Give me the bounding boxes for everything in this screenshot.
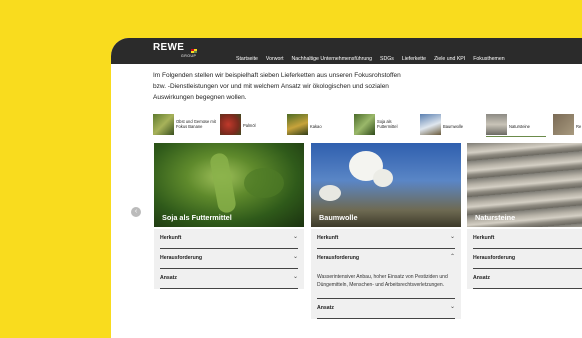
accordion: Herkunft ⌄ Herausforderung ⌃ Wasserintensi… [311, 229, 461, 319]
tile-label: Baumwolle [443, 124, 464, 129]
accordion-label: Herkunft [473, 235, 495, 241]
chevron-down-icon: ⌄ [292, 274, 298, 280]
palm-oil-photo [220, 114, 241, 135]
tile-label: Kakao [310, 124, 322, 129]
soy-pod-shape [208, 151, 238, 215]
tile-natursteine[interactable]: Natursteine [486, 114, 546, 137]
rewe-logo-mark-icon [191, 49, 197, 53]
accordion-label: Ansatz [317, 304, 335, 311]
nav-startseite[interactable]: Startseite [236, 56, 258, 62]
chevron-down-icon: ⌄ [449, 234, 455, 240]
browser-viewport: REWE GROUP Startseite Vorwort Nachhaltige … [111, 38, 582, 338]
accordion-herausforderung[interactable]: Herausforderung ⌄ [160, 249, 298, 269]
accordion-label: Ansatz [160, 275, 178, 281]
accordion-ansatz[interactable]: Ansatz ⌄ [160, 269, 298, 289]
stones-photo [486, 114, 507, 135]
rewe-logo-sub: GROUP [181, 54, 197, 58]
nav-vorwort[interactable]: Vorwort [266, 56, 284, 62]
banana-photo [153, 114, 174, 135]
accordion-herkunft[interactable]: Herkunft⌄ [473, 229, 582, 249]
main-nav: Startseite Vorwort Nachhaltige Unternehmen… [236, 47, 513, 65]
accordion-herausforderung[interactable]: Herausforderung ⌃ [317, 249, 455, 268]
chevron-down-icon: ⌄ [292, 254, 298, 260]
cotton-boll-shape [319, 185, 341, 201]
rewe-logo[interactable]: REWE [153, 43, 184, 53]
tile-label: Natursteine [509, 124, 530, 129]
nav-lieferkette[interactable]: Lieferkette [402, 56, 426, 62]
accordion-label: Herausforderung [160, 255, 203, 261]
accordion-ansatz[interactable]: Ansatz ⌄ [317, 299, 455, 319]
chevron-up-icon: ⌃ [449, 254, 455, 260]
accordion-label: Herausforderung [317, 255, 360, 261]
accordion-body: Wasserintensiver Anbau, hoher Einsatz vo… [317, 268, 455, 299]
card-title: Baumwolle [319, 213, 358, 222]
next-tile-photo [553, 114, 574, 135]
accordion-label: Herkunft [160, 235, 182, 241]
tile-kakao[interactable]: Kakao [287, 114, 342, 136]
card-title: Soja als Futtermittel [162, 213, 232, 222]
soy-leaf-shape [244, 168, 284, 198]
accordion-label: Ansatz [473, 275, 491, 281]
tile-label: Palmöl [243, 123, 256, 128]
soy-photo [354, 114, 375, 135]
chevron-down-icon: ⌄ [292, 234, 298, 240]
nav-fokusthemen[interactable]: Fokusthemen [473, 56, 504, 62]
nav-ziele-kpi[interactable]: Ziele und KPI [434, 56, 465, 62]
accordion-herkunft[interactable]: Herkunft ⌄ [160, 229, 298, 249]
accordion: Herkunft ⌄ Herausforderung ⌄ Ansatz ⌄ [154, 229, 304, 289]
cotton-photo [420, 114, 441, 135]
top-navigation-bar: REWE GROUP Startseite Vorwort Nachhaltige … [111, 38, 582, 64]
nav-sdgs[interactable]: SDGs [380, 56, 394, 62]
tile-label: Obst und Gemüse mit Fokus Banane [176, 119, 216, 129]
cotton-boll-shape [373, 169, 393, 187]
chevron-left-icon[interactable]: ‹ [131, 207, 141, 217]
chevron-down-icon: ⌄ [449, 303, 455, 310]
accordion-herausforderung[interactable]: Herausforderung⌄ [473, 249, 582, 269]
tile-baumwolle[interactable]: Baumwolle [420, 114, 480, 136]
accordion-herkunft[interactable]: Herkunft ⌄ [317, 229, 455, 249]
accordion: Herkunft⌄ Herausforderung⌄ Ansatz⌄ [467, 229, 582, 289]
cocoa-photo [287, 114, 308, 135]
accordion-label: Herkunft [317, 235, 339, 241]
tile-palmoel[interactable]: Palmöl [220, 114, 280, 136]
intro-text: Im Folgenden stellen wir beispielhaft si… [153, 72, 401, 101]
tile-obst-gemuese[interactable]: Obst und Gemüse mit Fokus Banane [153, 114, 216, 136]
tile-label: Soja als Futtermittel [377, 119, 398, 129]
card-title: Natursteine [475, 213, 516, 222]
supply-chain-tiles: Obst und Gemüse mit Fokus Banane Palmöl … [153, 114, 582, 137]
tile-next[interactable]: Re [553, 114, 582, 136]
nav-unternehmensfuehrung[interactable]: Nachhaltige Unternehmensführung [292, 56, 372, 62]
tile-soja[interactable]: Soja als Futtermittel [354, 114, 414, 136]
accordion-ansatz[interactable]: Ansatz⌄ [473, 269, 582, 289]
tile-label: Re [576, 124, 582, 129]
accordion-label: Herausforderung [473, 255, 516, 261]
